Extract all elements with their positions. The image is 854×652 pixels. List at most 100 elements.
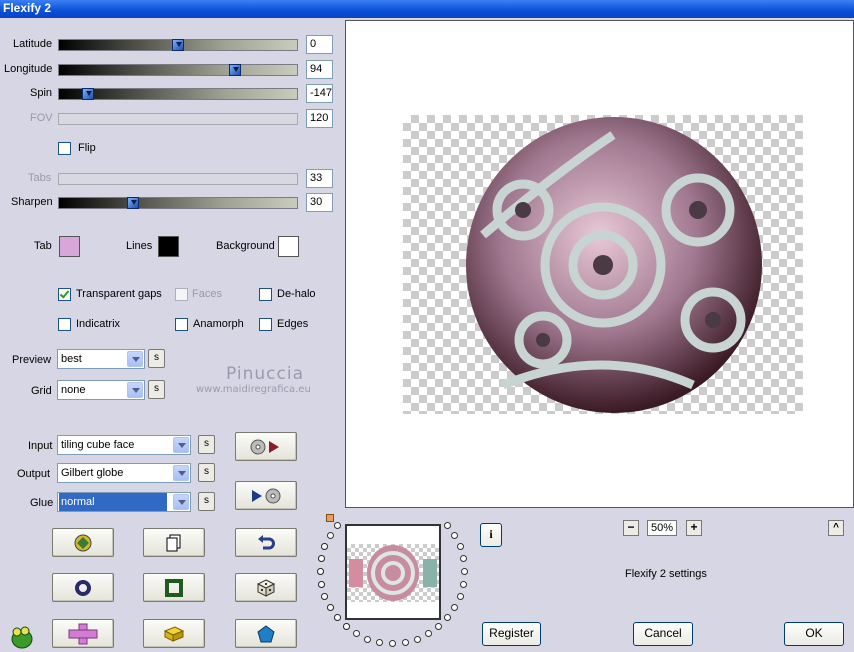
fov-slider[interactable] [58,113,298,125]
grid-select[interactable]: none [57,380,145,400]
longitude-slider[interactable] [58,64,298,76]
dial-dot [317,568,324,575]
slider-thumb[interactable] [172,39,184,51]
fov-value-input[interactable]: 120 [306,109,333,128]
transparent-gaps-label: Transparent gaps [76,288,162,300]
cancel-button[interactable]: Cancel [633,622,693,646]
output-s-button[interactable]: s [198,463,215,482]
play-disc-icon [252,488,281,503]
flip-checkbox[interactable] [58,142,71,155]
glue-select-value: normal [59,493,167,511]
anchor-handle[interactable] [326,514,334,522]
disc-play-icon [250,439,279,454]
copy-button[interactable] [143,528,205,557]
input-label: Input [28,440,53,452]
random-globe-icon [74,534,92,551]
dial-dot [318,555,326,563]
sharpen-label: Sharpen [11,196,53,208]
grid-s-button[interactable]: s [148,380,165,399]
background-color-label: Background [216,240,275,252]
slider-thumb[interactable] [127,197,139,209]
zoom-out-button[interactable]: − [623,520,639,536]
settings-name: Flexify 2 settings [625,568,707,580]
dial-dot [413,635,421,643]
copy-icon [166,534,181,551]
dial-dot [401,638,409,646]
thumbnail-navigator[interactable] [345,524,441,620]
fov-label: FOV [30,112,53,124]
glue-s-button[interactable]: s [198,492,215,511]
longitude-label: Longitude [4,63,53,75]
preview-s-button[interactable]: s [148,349,165,368]
zoom-value: 50% [647,520,677,536]
input-select-value: tiling cube face [61,439,135,451]
ring-button[interactable] [52,573,114,602]
brick-button[interactable] [143,619,205,648]
dice-button[interactable] [235,573,297,602]
slider-thumb[interactable] [82,88,94,100]
dial-dot [342,623,350,631]
preview-canvas[interactable] [345,20,854,508]
anamorph-checkbox[interactable] [175,318,188,331]
dial-dot [326,532,334,539]
globe-preview-image [466,117,762,413]
ok-button[interactable]: OK [784,622,844,646]
load-preset-button[interactable] [235,432,297,461]
tabs-value-input[interactable]: 33 [306,169,333,188]
latitude-value-input[interactable]: 0 [306,35,333,54]
ring-icon [75,579,91,596]
dial-dot [353,630,360,638]
background-color-swatch[interactable] [278,236,299,257]
lines-color-label: Lines [126,240,153,252]
dial-dot [459,555,467,563]
dial-dot [364,635,372,643]
latitude-slider[interactable] [58,39,298,51]
tab-color-swatch[interactable] [59,236,80,257]
spin-value-input[interactable]: -147 [306,84,333,103]
indicatrix-checkbox[interactable] [58,318,71,331]
faces-checkbox[interactable] [175,288,188,301]
spin-slider[interactable] [58,88,298,100]
watermark-site: www.maidiregrafica.eu [196,384,311,395]
dial-dot [318,580,326,588]
de-halo-checkbox[interactable] [259,288,272,301]
tabs-slider[interactable] [58,173,298,185]
flip-label: Flip [78,142,96,154]
dial-dot [444,521,452,529]
pentagon-button[interactable] [235,619,297,648]
glue-select[interactable]: normal [57,492,191,512]
longitude-value-input[interactable]: 94 [306,60,333,79]
lines-color-swatch[interactable] [158,236,179,257]
collapse-button[interactable]: ^ [828,520,844,536]
sharpen-value-input[interactable]: 30 [306,193,333,212]
cross-icon [68,623,98,644]
dial-dot [376,638,384,646]
cross-button[interactable] [52,619,114,648]
transparent-gaps-checkbox[interactable] [58,288,71,301]
input-s-button[interactable]: s [198,435,215,454]
dial-dot [389,640,396,647]
faces-label: Faces [192,288,222,300]
watermark-name: Pinuccia [226,364,304,384]
thumbnail-image [349,545,437,601]
grid-label: Grid [31,385,52,397]
zoom-in-button[interactable]: + [686,520,702,536]
slider-thumb[interactable] [229,64,241,76]
output-select[interactable]: Gilbert globe [57,463,191,483]
randomize-button[interactable] [52,528,114,557]
undo-button[interactable] [235,528,297,557]
input-select[interactable]: tiling cube face [57,435,191,455]
preview-label: Preview [12,354,52,366]
square-frame-button[interactable] [143,573,205,602]
dial-dot [321,543,329,551]
dial-dot [456,543,464,551]
preview-select[interactable]: best [57,349,145,369]
edges-checkbox[interactable] [259,318,272,331]
save-preset-button[interactable] [235,481,297,510]
sharpen-slider[interactable] [58,197,298,209]
preview-select-value: best [61,353,82,365]
info-button[interactable]: i [480,523,502,547]
checkmark-icon [59,288,70,299]
dial-dot [435,623,443,631]
register-button[interactable]: Register [482,622,541,646]
